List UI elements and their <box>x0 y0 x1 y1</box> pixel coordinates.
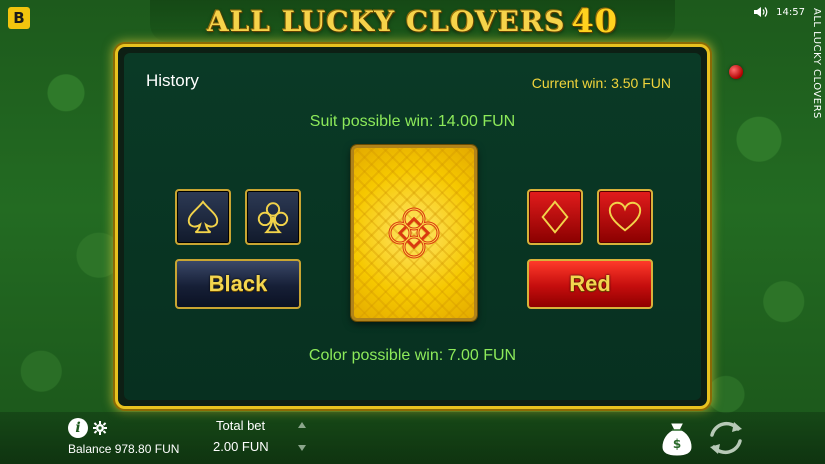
club-icon <box>257 202 289 234</box>
spade-button[interactable] <box>175 189 231 245</box>
bet-decrease-arrow-icon[interactable] <box>298 445 306 451</box>
color-possible-win: Color possible win: 7.00 FUN <box>308 347 517 364</box>
total-bet-label: Total bet <box>216 418 266 433</box>
current-win: Current win: 3.50 FUN <box>531 75 671 91</box>
balance: Balance 978.80 FUN <box>68 442 180 456</box>
diamond-icon <box>541 200 569 234</box>
game-title-number: 40 <box>571 2 618 40</box>
clock: 14:57 <box>776 6 805 18</box>
gamble-panel: History Current win: 3.50 FUN Suit possi… <box>115 44 710 409</box>
game-title-banner: ALL LUCKY CLOVERS 40 <box>150 0 675 42</box>
brand-logo: B <box>8 7 30 29</box>
gamble-card <box>351 145 477 321</box>
speaker-icon[interactable] <box>754 6 768 18</box>
side-game-title: ALL LUCKY CLOVERS <box>811 8 822 119</box>
heart-button[interactable] <box>597 189 653 245</box>
total-bet-value: 2.00 FUN <box>213 439 269 454</box>
info-icon[interactable]: i <box>68 418 88 438</box>
red-gem-icon <box>729 65 743 79</box>
black-button[interactable]: Black <box>175 259 301 309</box>
collect-money-bag-icon[interactable]: $ <box>660 420 694 456</box>
system-status: 14:57 <box>754 6 805 18</box>
heart-icon <box>608 201 642 232</box>
bet-increase-arrow-icon[interactable] <box>298 422 306 428</box>
svg-text:$: $ <box>673 437 681 451</box>
suit-possible-win: Suit possible win: 14.00 FUN <box>309 113 516 130</box>
game-title: ALL LUCKY CLOVERS <box>207 4 566 38</box>
spade-icon <box>187 200 219 234</box>
red-button[interactable]: Red <box>527 259 653 309</box>
club-button[interactable] <box>245 189 301 245</box>
bottom-bar <box>0 412 825 464</box>
history-link[interactable]: History <box>146 71 199 91</box>
diamond-button[interactable] <box>527 189 583 245</box>
gear-icon[interactable] <box>93 421 107 435</box>
celtic-knot-icon <box>388 207 440 259</box>
gamble-panel-inner: History Current win: 3.50 FUN Suit possi… <box>124 53 701 400</box>
spin-arrows-icon[interactable] <box>704 417 748 459</box>
